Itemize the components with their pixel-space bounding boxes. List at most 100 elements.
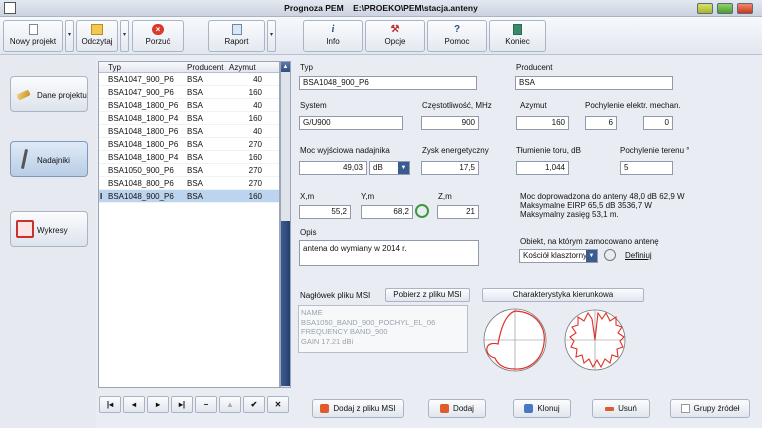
delete-record-button[interactable]: − — [195, 396, 217, 413]
next-record-button[interactable]: ▸ — [147, 396, 169, 413]
frequency-field[interactable]: 900 — [421, 116, 479, 130]
cell-producer: BSA — [187, 88, 204, 97]
remove-button[interactable]: Usuń — [592, 399, 650, 418]
header-type[interactable]: Typ — [108, 63, 121, 72]
azimuth-field[interactable]: 160 — [516, 116, 569, 130]
z-field[interactable]: 21 — [437, 205, 479, 219]
open-button[interactable]: Odczytaj — [76, 20, 118, 52]
terrain-tilt-label: Pochylenie terenu ° — [620, 146, 690, 155]
transmitters-button[interactable]: Nadajniki — [10, 141, 88, 177]
type-field[interactable]: BSA1048_900_P6 — [299, 76, 477, 90]
charts-button[interactable]: Wykresy — [10, 211, 88, 247]
plus-icon — [440, 404, 450, 414]
scroll-up-icon[interactable]: ▲ — [281, 62, 290, 72]
fetch-msi-button[interactable]: Pobierz z pliku MSI — [385, 288, 470, 302]
source-groups-button[interactable]: Grupy źródeł — [670, 399, 750, 418]
cancel-record-button[interactable]: ✕ — [267, 396, 289, 413]
power-field[interactable]: 49,03 — [299, 161, 367, 175]
table-row[interactable]: I BSA1048_900_P6 BSA 160 — [99, 190, 279, 203]
help-icon: ? — [453, 24, 461, 35]
cell-producer: BSA — [187, 166, 204, 175]
edit-record-button[interactable]: ▲ — [219, 396, 241, 413]
object-select[interactable]: Kościół klasztorny ▼ — [519, 249, 598, 263]
cell-type: BSA1048_1800_P4 — [108, 114, 179, 123]
mechanical-tilt-field[interactable]: 0 — [643, 116, 673, 130]
clone-icon — [524, 404, 534, 414]
x-field[interactable]: 55,2 — [299, 205, 351, 219]
table-row[interactable]: BSA1048_1800_P4 BSA 160 — [99, 112, 279, 125]
chart-icon — [16, 220, 34, 238]
header-azimuth[interactable]: Azymut — [229, 63, 256, 72]
power-label: Moc wyjściowa nadajnika — [300, 146, 390, 155]
last-record-button[interactable]: ▸| — [171, 396, 193, 413]
pencil-icon — [16, 89, 31, 101]
prev-record-button[interactable]: ◂ — [123, 396, 145, 413]
system-label: System — [300, 101, 327, 110]
cell-type: BSA1048_900_P6 — [108, 192, 174, 201]
maximize-button[interactable] — [717, 3, 733, 14]
cell-azimuth: 160 — [248, 192, 262, 201]
new-project-button[interactable]: Nowy projekt — [3, 20, 63, 52]
attenuation-field[interactable]: 1,044 — [516, 161, 569, 175]
cell-type: BSA1050_900_P6 — [108, 166, 174, 175]
scroll-thumb[interactable] — [281, 221, 290, 386]
first-record-button[interactable]: |◂ — [99, 396, 121, 413]
table-scrollbar[interactable]: ▲ — [280, 61, 291, 388]
info-button[interactable]: i Info — [303, 20, 363, 52]
sun-icon[interactable] — [604, 249, 616, 261]
report-button[interactable]: Raport — [208, 20, 265, 52]
cell-producer: BSA — [187, 127, 204, 136]
clone-button[interactable]: Klonuj — [513, 399, 571, 418]
open-dropdown[interactable]: ▾ — [120, 20, 129, 52]
description-field[interactable]: antena do wymiany w 2014 r. — [299, 240, 479, 266]
exit-button[interactable]: Koniec — [489, 20, 546, 52]
toolbar: Nowy projekt ▾ Odczytaj ▾ × Porzuć Rapor… — [0, 17, 762, 55]
gain-field[interactable]: 17,5 — [421, 161, 479, 175]
table-body: BSA1047_900_P6 BSA 40 BSA1047_900_P6 BSA 160 B… — [99, 73, 279, 203]
table-row[interactable]: BSA1048_1800_P6 BSA 270 — [99, 138, 279, 151]
table-row[interactable]: BSA1048_800_P6 BSA 270 — [99, 177, 279, 190]
cell-type: BSA1048_1800_P6 — [108, 127, 179, 136]
radiation-pattern-button[interactable]: Charakterystyka kierunkowa — [482, 288, 644, 302]
table-row[interactable]: BSA1048_1800_P6 BSA 40 — [99, 125, 279, 138]
locate-icon[interactable] — [415, 204, 429, 218]
tools-icon: ⚒ — [390, 24, 400, 35]
power-unit-select[interactable]: dB ▼ — [369, 161, 410, 175]
cell-azimuth: 160 — [248, 114, 262, 123]
add-button[interactable]: Dodaj — [428, 399, 486, 418]
table-row[interactable]: BSA1050_900_P6 BSA 270 — [99, 164, 279, 177]
cell-producer: BSA — [187, 192, 204, 201]
cell-azimuth: 40 — [253, 127, 262, 136]
post-record-button[interactable]: ✔ — [243, 396, 265, 413]
chevron-down-icon[interactable]: ▼ — [586, 250, 597, 262]
y-field[interactable]: 68,2 — [361, 205, 413, 219]
project-data-button[interactable]: Dane projektu — [10, 76, 88, 112]
cell-type: BSA1047_900_P6 — [108, 75, 174, 84]
minimize-button[interactable] — [697, 3, 713, 14]
report-dropdown[interactable]: ▾ — [267, 20, 276, 52]
define-link[interactable]: Definiuj — [625, 251, 652, 260]
table-row[interactable]: BSA1047_900_P6 BSA 160 — [99, 86, 279, 99]
frequency-label: Częstotliwość, MHz — [422, 101, 492, 110]
new-project-dropdown[interactable]: ▾ — [65, 20, 74, 52]
header-producer[interactable]: Producent — [187, 63, 223, 72]
cell-azimuth: 270 — [248, 179, 262, 188]
attenuation-label: Tłumienie toru, dB — [516, 146, 581, 155]
help-button[interactable]: ? Pomoc — [427, 20, 487, 52]
chevron-down-icon[interactable]: ▼ — [398, 162, 409, 174]
table-row[interactable]: BSA1048_1800_P4 BSA 160 — [99, 151, 279, 164]
producer-field[interactable]: BSA — [515, 76, 673, 90]
discard-button[interactable]: × Porzuć — [132, 20, 184, 52]
table-row[interactable]: BSA1048_1800_P6 BSA 40 — [99, 99, 279, 112]
add-from-msi-button[interactable]: Dodaj z pliku MSI — [312, 399, 404, 418]
terrain-tilt-field[interactable]: 5 — [620, 161, 673, 175]
electrical-tilt-field[interactable]: 6 — [585, 116, 617, 130]
options-button[interactable]: ⚒ Opcje — [365, 20, 425, 52]
exit-icon — [513, 24, 522, 35]
table-row[interactable]: BSA1047_900_P6 BSA 40 — [99, 73, 279, 86]
info-power: Moc doprowadzona do anteny 48,0 dB 62,9 … — [520, 192, 685, 201]
system-field[interactable]: G/U900 — [299, 116, 403, 130]
azimuth-label: Azymut — [520, 101, 547, 110]
window-title: Prognoza PEM E:\PROEKO\PEM\stacja.anteny — [284, 3, 478, 13]
close-button[interactable] — [737, 3, 753, 14]
